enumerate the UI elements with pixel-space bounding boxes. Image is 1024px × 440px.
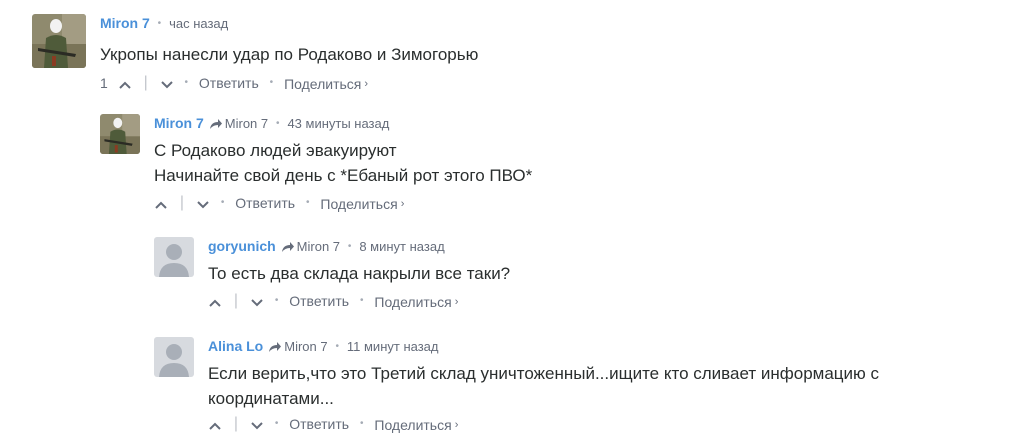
parent-author[interactable]: Miron 7: [225, 116, 268, 131]
reply-button[interactable]: Ответить: [289, 292, 349, 310]
vote-divider: |: [233, 415, 239, 433]
comment-text: Укропы нанесли удар по Родаково и Зимого…: [100, 42, 900, 67]
default-avatar-icon: [154, 337, 194, 377]
downvote-icon[interactable]: [250, 415, 264, 433]
separator-dot: •: [274, 295, 279, 307]
avatar[interactable]: [154, 337, 194, 377]
upvote-icon[interactable]: [154, 194, 168, 212]
downvote-icon[interactable]: [196, 194, 210, 212]
comment-header: goryunich Miron 7 • 8 минут назад: [208, 237, 1008, 256]
parent-author[interactable]: Miron 7: [297, 239, 340, 254]
separator-dot: •: [359, 295, 364, 307]
upvote-icon[interactable]: [208, 292, 222, 310]
comment-actions: | • Ответить • Поделиться ›: [208, 291, 1008, 311]
chevron-right-icon: ›: [400, 197, 405, 210]
downvote-icon[interactable]: [250, 292, 264, 310]
photo-avatar-icon: [32, 14, 86, 68]
share-label: Поделиться: [374, 416, 452, 433]
parent-author[interactable]: Miron 7: [284, 339, 327, 354]
reply-arrow-icon: [209, 119, 222, 129]
reply-arrow-icon: [269, 342, 282, 352]
separator-dot: •: [335, 341, 339, 352]
comment-line: координатами...: [208, 389, 334, 408]
default-avatar-icon: [154, 237, 194, 277]
upvote-icon[interactable]: [118, 74, 132, 92]
comment-header: Miron 7 • час назад: [100, 14, 900, 33]
separator-dot: •: [157, 18, 162, 29]
separator-dot: •: [220, 197, 225, 209]
author-name[interactable]: goryunich: [208, 238, 276, 254]
vote-divider: |: [143, 74, 148, 92]
separator-dot: •: [269, 77, 274, 89]
comment-actions: | • Ответить • Поделиться ›: [154, 193, 954, 213]
share-label: Поделиться: [374, 293, 452, 310]
comment-line: Если верить,что это Третий склад уничтож…: [208, 364, 880, 383]
downvote-icon[interactable]: [160, 74, 174, 92]
timestamp[interactable]: 43 минуты назад: [287, 116, 389, 131]
share-button[interactable]: Поделиться ›: [320, 194, 404, 213]
timestamp[interactable]: 11 минут назад: [347, 339, 439, 354]
separator-dot: •: [347, 241, 352, 252]
comment-text: С Родаково людей эвакуируют Начинайте св…: [154, 138, 954, 188]
chevron-right-icon: ›: [364, 77, 369, 90]
avatar[interactable]: [100, 114, 140, 154]
author-name[interactable]: Alina Lo: [208, 338, 263, 354]
separator-dot: •: [305, 197, 310, 209]
chevron-right-icon: ›: [454, 295, 459, 308]
vote-divider: |: [233, 292, 239, 310]
author-name[interactable]: Miron 7: [100, 15, 150, 31]
reply-button[interactable]: Ответить: [199, 74, 259, 92]
upvote-icon[interactable]: [208, 415, 222, 433]
separator-dot: •: [184, 77, 189, 89]
separator-dot: •: [276, 118, 280, 129]
reply-button[interactable]: Ответить: [289, 415, 349, 433]
comment-actions: 1 | • Ответить • Поделиться ›: [100, 73, 900, 93]
separator-dot: •: [359, 418, 364, 430]
share-label: Поделиться: [284, 75, 362, 92]
share-button[interactable]: Поделиться ›: [374, 292, 458, 311]
author-name[interactable]: Miron 7: [154, 115, 204, 131]
share-button[interactable]: Поделиться ›: [374, 415, 458, 434]
comment-text: То есть два склада накрыли все таки?: [208, 261, 1008, 286]
share-button[interactable]: Поделиться ›: [284, 74, 368, 93]
comment-line: Начинайте свой день с *Ебаный рот этого …: [154, 166, 533, 185]
comment-text: Если верить,что это Третий склад уничтож…: [208, 361, 1008, 411]
comment-header: Alina Lo Miron 7 • 11 минут назад: [208, 337, 1008, 356]
comment-header: Miron 7 Miron 7 • 43 минуты назад: [154, 114, 954, 133]
comment-line: Укропы нанесли удар по Родаково и Зимого…: [100, 45, 479, 64]
reply-button[interactable]: Ответить: [235, 194, 295, 212]
reply-arrow-icon: [281, 242, 294, 252]
vote-count: 1: [100, 75, 108, 92]
avatar[interactable]: [154, 237, 194, 277]
avatar[interactable]: [32, 14, 86, 68]
comment-line: С Родаково людей эвакуируют: [154, 141, 397, 160]
separator-dot: •: [274, 418, 279, 430]
timestamp[interactable]: 8 минут назад: [359, 239, 444, 254]
comment-line: То есть два склада накрыли все таки?: [208, 264, 511, 283]
vote-divider: |: [179, 194, 185, 212]
comment-actions: | • Ответить • Поделиться ›: [208, 414, 1008, 434]
chevron-right-icon: ›: [454, 418, 459, 431]
photo-avatar-icon: [100, 114, 140, 154]
timestamp[interactable]: час назад: [169, 16, 228, 31]
share-label: Поделиться: [320, 195, 398, 212]
